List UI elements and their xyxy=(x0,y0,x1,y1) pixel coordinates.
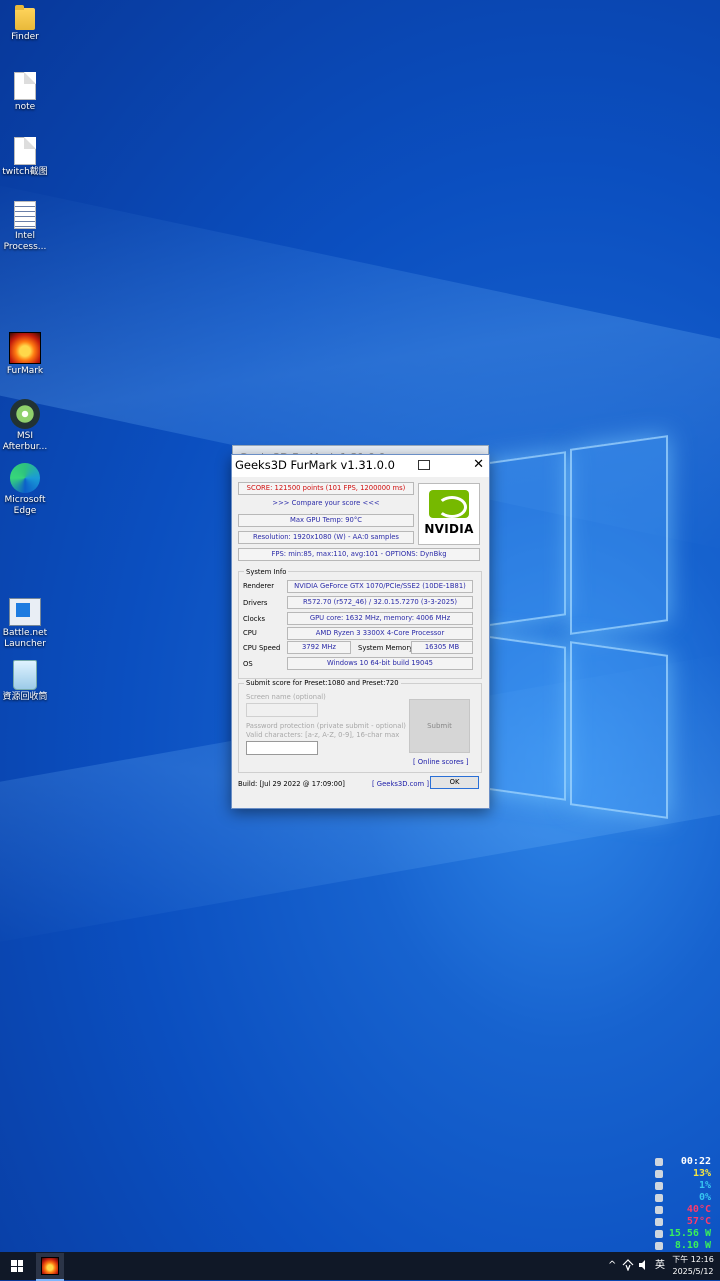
windows-logo-wallpaper xyxy=(470,435,668,819)
folder-icon xyxy=(15,5,35,30)
sensor-value: 40°C xyxy=(686,1204,711,1215)
submit-button[interactable]: Submit xyxy=(409,699,470,753)
power-icon xyxy=(655,1242,663,1250)
network-status-icon[interactable] xyxy=(622,1252,634,1280)
clock-icon xyxy=(655,1158,663,1166)
msi-afterburner-icon xyxy=(10,399,40,429)
power-icon xyxy=(655,1230,663,1238)
furmark-icon xyxy=(41,1257,59,1275)
desktop-icon-label: note xyxy=(14,102,36,112)
cpu-label: CPU xyxy=(243,629,257,637)
desktop-icon-finder[interactable]: Finder xyxy=(2,5,48,43)
password-label: Password protection (private submit - op… xyxy=(246,722,406,730)
windows-icon xyxy=(11,1260,17,1266)
title-bar[interactable]: Geeks3D FurMark v1.31.0.0 ✕ xyxy=(232,455,489,477)
fps-field: FPS: min:85, max:110, avg:101 - OPTIONS:… xyxy=(238,548,480,561)
score-field: SCORE: 121500 points (101 FPS, 1200000 m… xyxy=(238,482,414,495)
online-scores-link[interactable]: [ Online scores ] xyxy=(413,758,469,766)
nvidia-wordmark: NVIDIA xyxy=(424,522,474,536)
ok-button[interactable]: OK xyxy=(430,776,479,789)
valid-characters-label: Valid characters: [a-z, A-Z, 0-9], 16-ch… xyxy=(246,731,400,739)
drivers-label: Drivers xyxy=(243,599,268,607)
geeks3d-link[interactable]: [ Geeks3D.com ] xyxy=(372,780,429,788)
hardware-monitor-widget: 00:22 13% 1% 0% 40°C 57°C 15.56 W 8.10 W xyxy=(655,1156,715,1252)
nvidia-logo: NVIDIA xyxy=(418,483,480,545)
start-button[interactable] xyxy=(11,1260,23,1272)
desktop-icon-furmark[interactable]: FurMark xyxy=(2,332,48,377)
ime-indicator[interactable]: 英 xyxy=(655,1252,665,1280)
sensor-value: 8.10 W xyxy=(674,1240,711,1251)
renderer-value: NVIDIA GeForce GTX 1070/PCIe/SSE2 (10DE-… xyxy=(287,580,473,593)
system-info-title: System Info xyxy=(244,568,289,576)
recycle-bin-icon xyxy=(13,660,37,690)
desktop-icon-note[interactable]: note xyxy=(2,72,48,113)
desktop-icon-label: Battle.net Launcher xyxy=(2,628,48,649)
desktop-icon-label: twitch截图 xyxy=(2,167,48,177)
document-icon xyxy=(14,72,36,100)
network-icon xyxy=(655,1194,663,1202)
furmark-icon xyxy=(9,332,41,364)
edge-icon xyxy=(10,463,40,493)
clock-time: 下午 12:16 xyxy=(672,1255,714,1264)
system-memory-value: 16305 MB xyxy=(411,641,473,654)
taskbar: ^ 英 下午 12:16 2025/5/12 xyxy=(0,1252,720,1281)
password-input[interactable] xyxy=(246,741,318,755)
battlenet-icon xyxy=(9,598,41,626)
nvidia-eye-icon xyxy=(429,490,469,518)
build-info: Build: [Jul 29 2022 @ 17:09:00] xyxy=(238,780,345,788)
desktop-icon-label: Finder xyxy=(11,32,39,42)
sensor-value: 00:22 xyxy=(680,1156,711,1167)
cpu-icon xyxy=(655,1170,663,1178)
clock-date: 2025/5/12 xyxy=(672,1267,714,1276)
desktop-icon-label: Microsoft Edge xyxy=(4,495,46,516)
cpu-speed-value: 3792 MHz xyxy=(287,641,351,654)
sensor-value: 15.56 W xyxy=(668,1228,711,1239)
cpu-temp-icon xyxy=(655,1206,663,1214)
taskbar-furmark-button[interactable] xyxy=(36,1253,64,1281)
gpu-temp-icon xyxy=(655,1218,663,1226)
tray-chevron-icon[interactable]: ^ xyxy=(608,1252,616,1280)
cpu-value: AMD Ryzen 3 3300X 4-Core Processor xyxy=(287,627,473,640)
screen-name-input[interactable] xyxy=(246,703,318,717)
os-value: Windows 10 64-bit build 19045 xyxy=(287,657,473,670)
screen-name-label: Screen name (optional) xyxy=(246,693,326,701)
os-label: OS xyxy=(243,660,253,668)
desktop-icon-label: FurMark xyxy=(6,366,44,376)
sensor-value: 57°C xyxy=(686,1216,711,1227)
desktop-icon-msi[interactable]: MSI Afterbur... xyxy=(2,399,48,453)
desktop-icon-twitch[interactable]: twitch截图 xyxy=(2,137,48,178)
sensor-value: 1% xyxy=(698,1180,711,1191)
taskbar-clock[interactable]: 下午 12:16 2025/5/12 xyxy=(668,1254,718,1278)
volume-icon[interactable] xyxy=(638,1252,650,1280)
screenshot-icon[interactable] xyxy=(418,460,430,470)
shortcut-document-icon xyxy=(14,201,36,229)
renderer-label: Renderer xyxy=(243,582,275,590)
desktop-icon-battlenet[interactable]: Battle.net Launcher xyxy=(2,598,48,650)
max-gpu-temp-field: Max GPU Temp: 90°C xyxy=(238,514,414,527)
desktop-icon-intel[interactable]: Intel Process... xyxy=(2,201,48,253)
furmark-results-window[interactable]: Geeks3D FurMark v1.31.0.0 ✕ SCORE: 12150… xyxy=(231,454,490,809)
system-memory-label: System Memory xyxy=(358,644,414,652)
desktop-icon-label: 資源回收筒 xyxy=(2,692,48,702)
desktop-icon-edge[interactable]: Microsoft Edge xyxy=(2,463,48,517)
desktop-icon-label: Intel Process... xyxy=(3,231,47,252)
cpu-speed-label: CPU Speed xyxy=(243,644,281,652)
clocks-value: GPU core: 1632 MHz, memory: 4006 MHz xyxy=(287,612,473,625)
drivers-value: R572.70 (r572_46) / 32.0.15.7270 (3-3-20… xyxy=(287,596,473,609)
sensor-value: 0% xyxy=(698,1192,711,1203)
document-icon xyxy=(14,137,36,165)
submit-title: Submit score for Preset:1080 and Preset:… xyxy=(244,679,401,687)
clocks-label: Clocks xyxy=(243,615,266,623)
sensor-value: 13% xyxy=(692,1168,711,1179)
close-button[interactable]: ✕ xyxy=(473,457,484,472)
window-title: Geeks3D FurMark v1.31.0.0 xyxy=(235,458,395,472)
network-icon xyxy=(655,1182,663,1190)
compare-score-link[interactable]: >>> Compare your score <<< xyxy=(238,497,414,510)
desktop-icon-label: MSI Afterbur... xyxy=(2,431,48,452)
desktop-icon-recycle-bin[interactable]: 資源回收筒 xyxy=(2,660,48,703)
resolution-field: Resolution: 1920x1080 (W) - AA:0 samples xyxy=(238,531,414,544)
